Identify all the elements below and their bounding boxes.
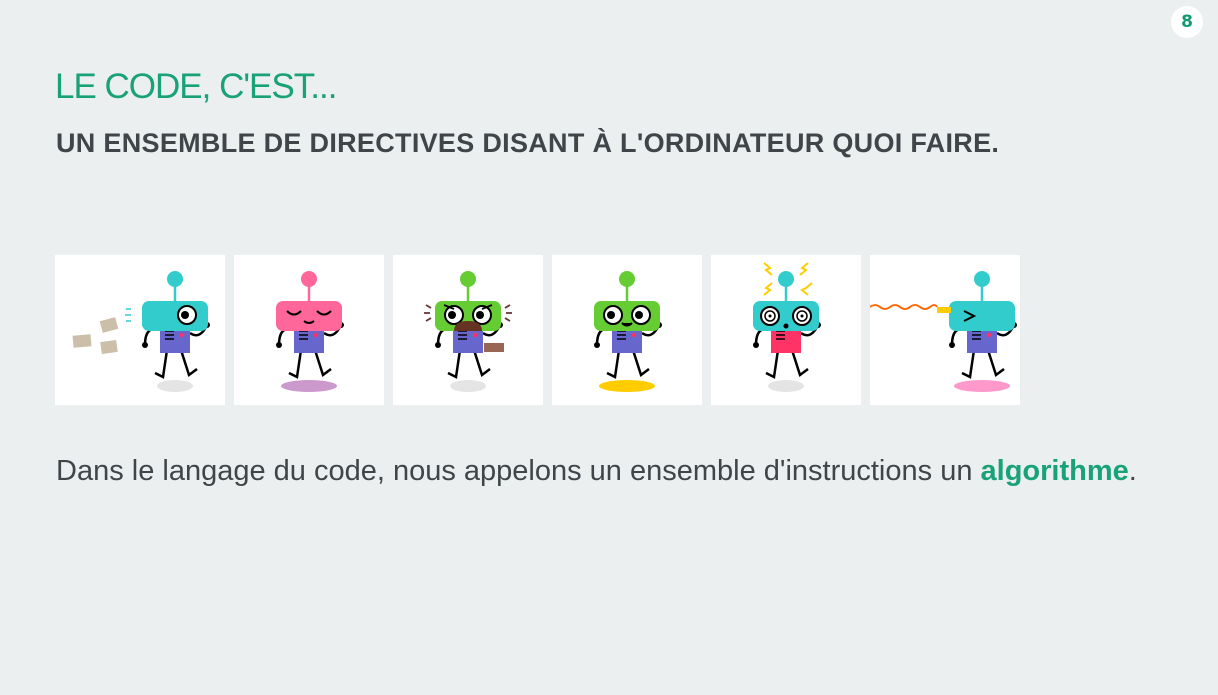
page-subtitle: UN ENSEMBLE DE DIRECTIVES DISANT À L'ORD…: [56, 128, 1000, 158]
legs: [961, 349, 1005, 379]
robot-running-papers-image: [72, 271, 210, 392]
page-number-badge: 8: [1171, 6, 1203, 38]
antenna: [460, 271, 476, 287]
body-text-start: Dans le langage du code, nous appelons u…: [56, 455, 981, 487]
shadow: [768, 380, 804, 392]
antenna: [778, 271, 794, 287]
legs: [447, 349, 491, 379]
robot-head: [276, 301, 342, 331]
robot-tile-3: [393, 255, 543, 405]
highlighted-term: algorithme: [980, 455, 1129, 487]
robot-tile-4: [552, 255, 702, 405]
robot-dizzy-image: [753, 262, 821, 392]
shadow: [450, 380, 486, 392]
page-title: LE CODE, C'EST...: [55, 67, 337, 107]
antenna: [619, 271, 635, 287]
robot-walking-image: [594, 271, 662, 392]
robot-illustrations: [55, 255, 1020, 405]
body-text-end: .: [1128, 455, 1137, 487]
antenna: [301, 271, 317, 287]
robot-head: [949, 301, 1015, 331]
legs: [288, 349, 332, 379]
laser-beam: [870, 304, 938, 310]
legs: [154, 349, 198, 379]
shadow: [157, 380, 193, 392]
robot-tile-2: [234, 255, 384, 405]
robot-laser-image: [870, 271, 1017, 392]
body-paragraph: Dans le langage du code, nous appelons u…: [56, 448, 1176, 494]
robot-tile-6: [870, 255, 1020, 405]
legs: [765, 349, 809, 379]
antenna: [974, 271, 990, 287]
robot-dancing-image: [276, 271, 344, 392]
robot-head: [142, 301, 208, 331]
shadow: [954, 380, 1010, 392]
legs: [606, 349, 650, 379]
shadow: [599, 380, 655, 392]
robot-tile-5: [711, 255, 861, 405]
antenna: [167, 271, 183, 287]
flying-papers: [72, 317, 119, 355]
robot-chocolate-image: [424, 271, 512, 392]
shadow: [281, 380, 337, 392]
robot-tile-1: [55, 255, 225, 405]
